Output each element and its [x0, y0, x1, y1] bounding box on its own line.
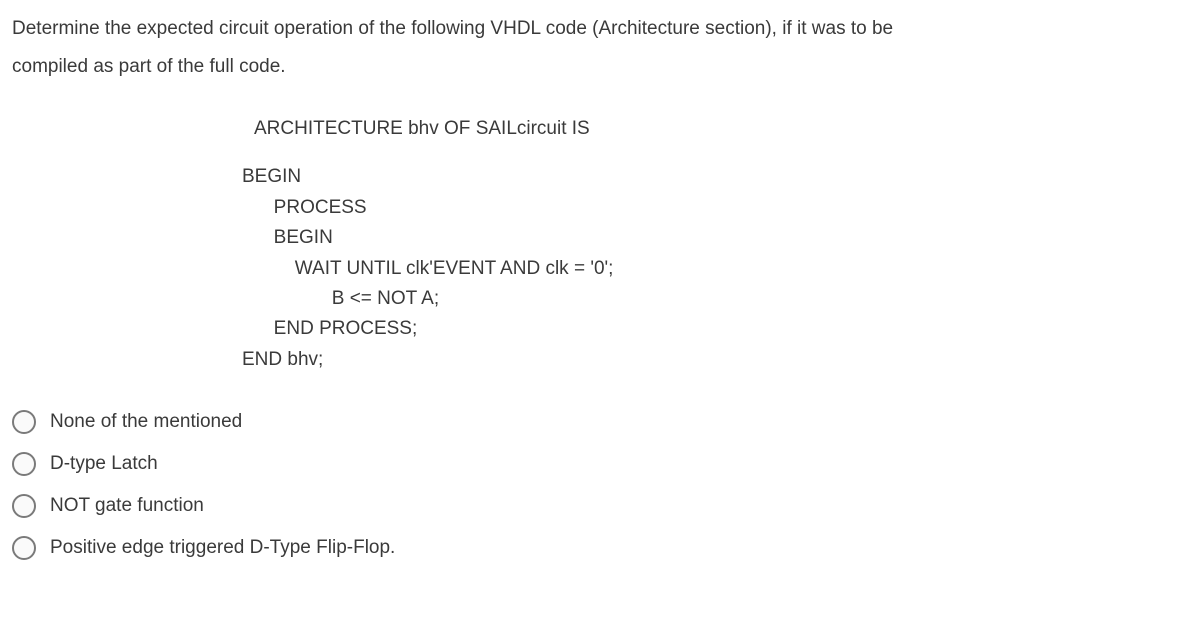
- code-line-3: PROCESS: [242, 193, 1188, 223]
- option-b-label: D-type Latch: [50, 453, 158, 475]
- radio-icon: [12, 410, 36, 434]
- radio-icon: [12, 452, 36, 476]
- option-c-label: NOT gate function: [50, 495, 204, 517]
- code-line-4: BEGIN: [242, 223, 1188, 253]
- code-line-1: ARCHITECTURE bhv OF SAILcircuit IS: [254, 114, 1188, 144]
- code-line-7: END PROCESS;: [242, 314, 1188, 344]
- radio-icon: [12, 494, 36, 518]
- question-line-2: compiled as part of the full code.: [12, 56, 286, 77]
- radio-icon: [12, 536, 36, 560]
- code-block: ARCHITECTURE bhv OF SAILcircuit IS BEGIN…: [242, 114, 1188, 375]
- option-d-label: Positive edge triggered D-Type Flip-Flop…: [50, 537, 395, 559]
- question-text: Determine the expected circuit operation…: [12, 10, 1188, 86]
- option-d[interactable]: Positive edge triggered D-Type Flip-Flop…: [12, 536, 1188, 560]
- option-c[interactable]: NOT gate function: [12, 494, 1188, 518]
- code-line-6: B <= NOT A;: [242, 284, 1188, 314]
- code-line-5: WAIT UNTIL clk'EVENT AND clk = '0';: [242, 254, 1188, 284]
- option-a-label: None of the mentioned: [50, 411, 242, 433]
- question-line-1: Determine the expected circuit operation…: [12, 18, 893, 39]
- code-line-8: END bhv;: [242, 345, 1188, 375]
- options-group: None of the mentioned D-type Latch NOT g…: [12, 410, 1188, 560]
- option-b[interactable]: D-type Latch: [12, 452, 1188, 476]
- option-a[interactable]: None of the mentioned: [12, 410, 1188, 434]
- code-line-2: BEGIN: [242, 162, 1188, 192]
